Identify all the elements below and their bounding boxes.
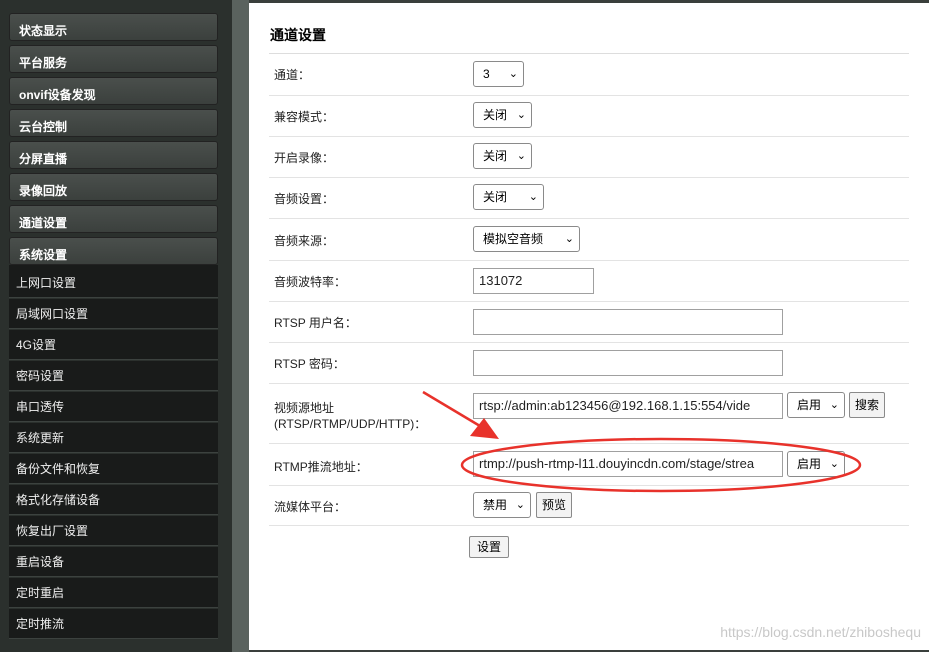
chevron-down-icon: ⌄ — [516, 150, 526, 162]
video-source-enable-select[interactable]: 启用 ⌄ — [787, 392, 845, 418]
preview-button[interactable]: 预览 — [536, 492, 572, 518]
audio-select[interactable]: 关闭 ⌄ — [473, 184, 544, 210]
video-source-label: 视频源地址 — [274, 401, 335, 415]
sidebar-item-4g[interactable]: 4G设置 — [9, 330, 218, 360]
record-label: 开启录像： — [274, 151, 335, 165]
rtsp-password-input[interactable] — [473, 350, 783, 376]
compat-value: 关闭 — [483, 108, 508, 122]
chevron-down-icon: ⌄ — [508, 68, 518, 80]
rtmp-enable-select[interactable]: 启用 ⌄ — [787, 451, 845, 477]
audio-bitrate-input[interactable]: 131072 — [473, 268, 594, 294]
menu-playback[interactable]: 录像回放 — [9, 173, 218, 201]
stream-platform-label: 流媒体平台： — [274, 500, 347, 514]
channel-label: 通道： — [274, 68, 311, 82]
rtsp-user-label: RTSP 用户名： — [274, 316, 357, 330]
chevron-down-icon: ⌄ — [564, 233, 574, 245]
channel-value: 3 — [483, 67, 490, 81]
sidebar-divider — [232, 0, 249, 652]
sidebar-item-update[interactable]: 系统更新 — [9, 423, 218, 453]
row-audio: 音频设置： 关闭 ⌄ — [269, 177, 909, 219]
audio-source-label: 音频来源： — [274, 234, 335, 248]
sidebar: 状态显示 平台服务 onvif设备发现 云台控制 分屏直播 录像回放 通道设置 … — [0, 0, 232, 652]
chevron-down-icon: ⌄ — [528, 191, 538, 203]
audio-value: 关闭 — [483, 190, 508, 204]
sidebar-item-password[interactable]: 密码设置 — [9, 361, 218, 391]
chevron-down-icon: ⌄ — [515, 499, 525, 511]
channel-select[interactable]: 3 ⌄ — [473, 61, 524, 87]
menu-split-live[interactable]: 分屏直播 — [9, 141, 218, 169]
record-select[interactable]: 关闭 ⌄ — [473, 143, 532, 169]
row-stream-platform: 流媒体平台： 禁用 ⌄ 预览 — [269, 485, 909, 526]
sidebar-item-reboot[interactable]: 重启设备 — [9, 547, 218, 577]
chevron-down-icon: ⌄ — [829, 458, 839, 470]
stream-platform-value: 禁用 — [483, 498, 508, 512]
row-rtsp-user: RTSP 用户名： — [269, 301, 909, 343]
compat-label: 兼容模式： — [274, 110, 335, 124]
search-button[interactable]: 搜索 — [849, 392, 885, 418]
sidebar-item-scheduled-push[interactable]: 定时推流 — [9, 609, 218, 639]
sidebar-item-lan[interactable]: 局域网口设置 — [9, 299, 218, 329]
rtsp-user-input[interactable] — [473, 309, 783, 335]
sidebar-item-scheduled-reboot[interactable]: 定时重启 — [9, 578, 218, 608]
rtmp-enable-value: 启用 — [797, 457, 822, 471]
record-value: 关闭 — [483, 149, 508, 163]
chevron-down-icon: ⌄ — [516, 109, 526, 121]
page-title: 通道设置 — [270, 27, 326, 43]
video-source-protocols: (RTSP/RTMP/UDP/HTTP)： — [274, 417, 427, 431]
row-audio-source: 音频来源： 模拟空音频 ⌄ — [269, 218, 909, 261]
stream-platform-select[interactable]: 禁用 ⌄ — [473, 492, 531, 518]
row-video-source: 视频源地址 (RTSP/RTMP/UDP/HTTP)： rtsp://admin… — [269, 383, 909, 444]
row-audio-bitrate: 音频波特率： 131072 — [269, 260, 909, 302]
row-compat-mode: 兼容模式： 关闭 ⌄ — [269, 95, 909, 137]
sidebar-item-factory-reset[interactable]: 恢复出厂设置 — [9, 516, 218, 546]
audio-bitrate-label: 音频波特率： — [274, 275, 347, 289]
audio-label: 音频设置： — [274, 192, 335, 206]
sidebar-item-backup[interactable]: 备份文件和恢复 — [9, 454, 218, 484]
menu-ptz-control[interactable]: 云台控制 — [9, 109, 218, 137]
main-panel: 通道设置 通道： 3 ⌄ 兼容模式： 关闭 ⌄ 开启录像： 关闭 ⌄ 音频设置：… — [249, 3, 929, 650]
menu-platform-service[interactable]: 平台服务 — [9, 45, 218, 73]
menu-status[interactable]: 状态显示 — [9, 13, 218, 41]
submit-button[interactable]: 设置 — [469, 536, 509, 558]
watermark: https://blog.csdn.net/zhiboshequ — [720, 624, 921, 640]
menu-system-settings[interactable]: 系统设置 — [9, 237, 218, 265]
menu-onvif-discovery[interactable]: onvif设备发现 — [9, 77, 218, 105]
row-record: 开启录像： 关闭 ⌄ — [269, 136, 909, 178]
row-channel: 通道： 3 ⌄ — [269, 54, 909, 96]
chevron-down-icon: ⌄ — [829, 399, 839, 411]
rtsp-password-label: RTSP 密码： — [274, 357, 345, 371]
rtmp-label: RTMP推流地址： — [274, 460, 368, 474]
menu-channel-settings[interactable]: 通道设置 — [9, 205, 218, 233]
compat-select[interactable]: 关闭 ⌄ — [473, 102, 532, 128]
video-source-enable-value: 启用 — [797, 398, 822, 412]
sidebar-item-wan[interactable]: 上网口设置 — [9, 268, 218, 298]
audio-source-select[interactable]: 模拟空音频 ⌄ — [473, 226, 580, 252]
sidebar-item-serial[interactable]: 串口透传 — [9, 392, 218, 422]
row-rtsp-password: RTSP 密码： — [269, 342, 909, 384]
video-source-input[interactable]: rtsp://admin:ab123456@192.168.1.15:554/v… — [473, 393, 783, 419]
row-rtmp-push: RTMP推流地址： rtmp://push-rtmp-l11.douyincdn… — [269, 443, 909, 486]
audio-source-value: 模拟空音频 — [483, 232, 544, 246]
rtmp-url-input[interactable]: rtmp://push-rtmp-l11.douyincdn.com/stage… — [473, 451, 783, 477]
sidebar-item-format[interactable]: 格式化存储设备 — [9, 485, 218, 515]
